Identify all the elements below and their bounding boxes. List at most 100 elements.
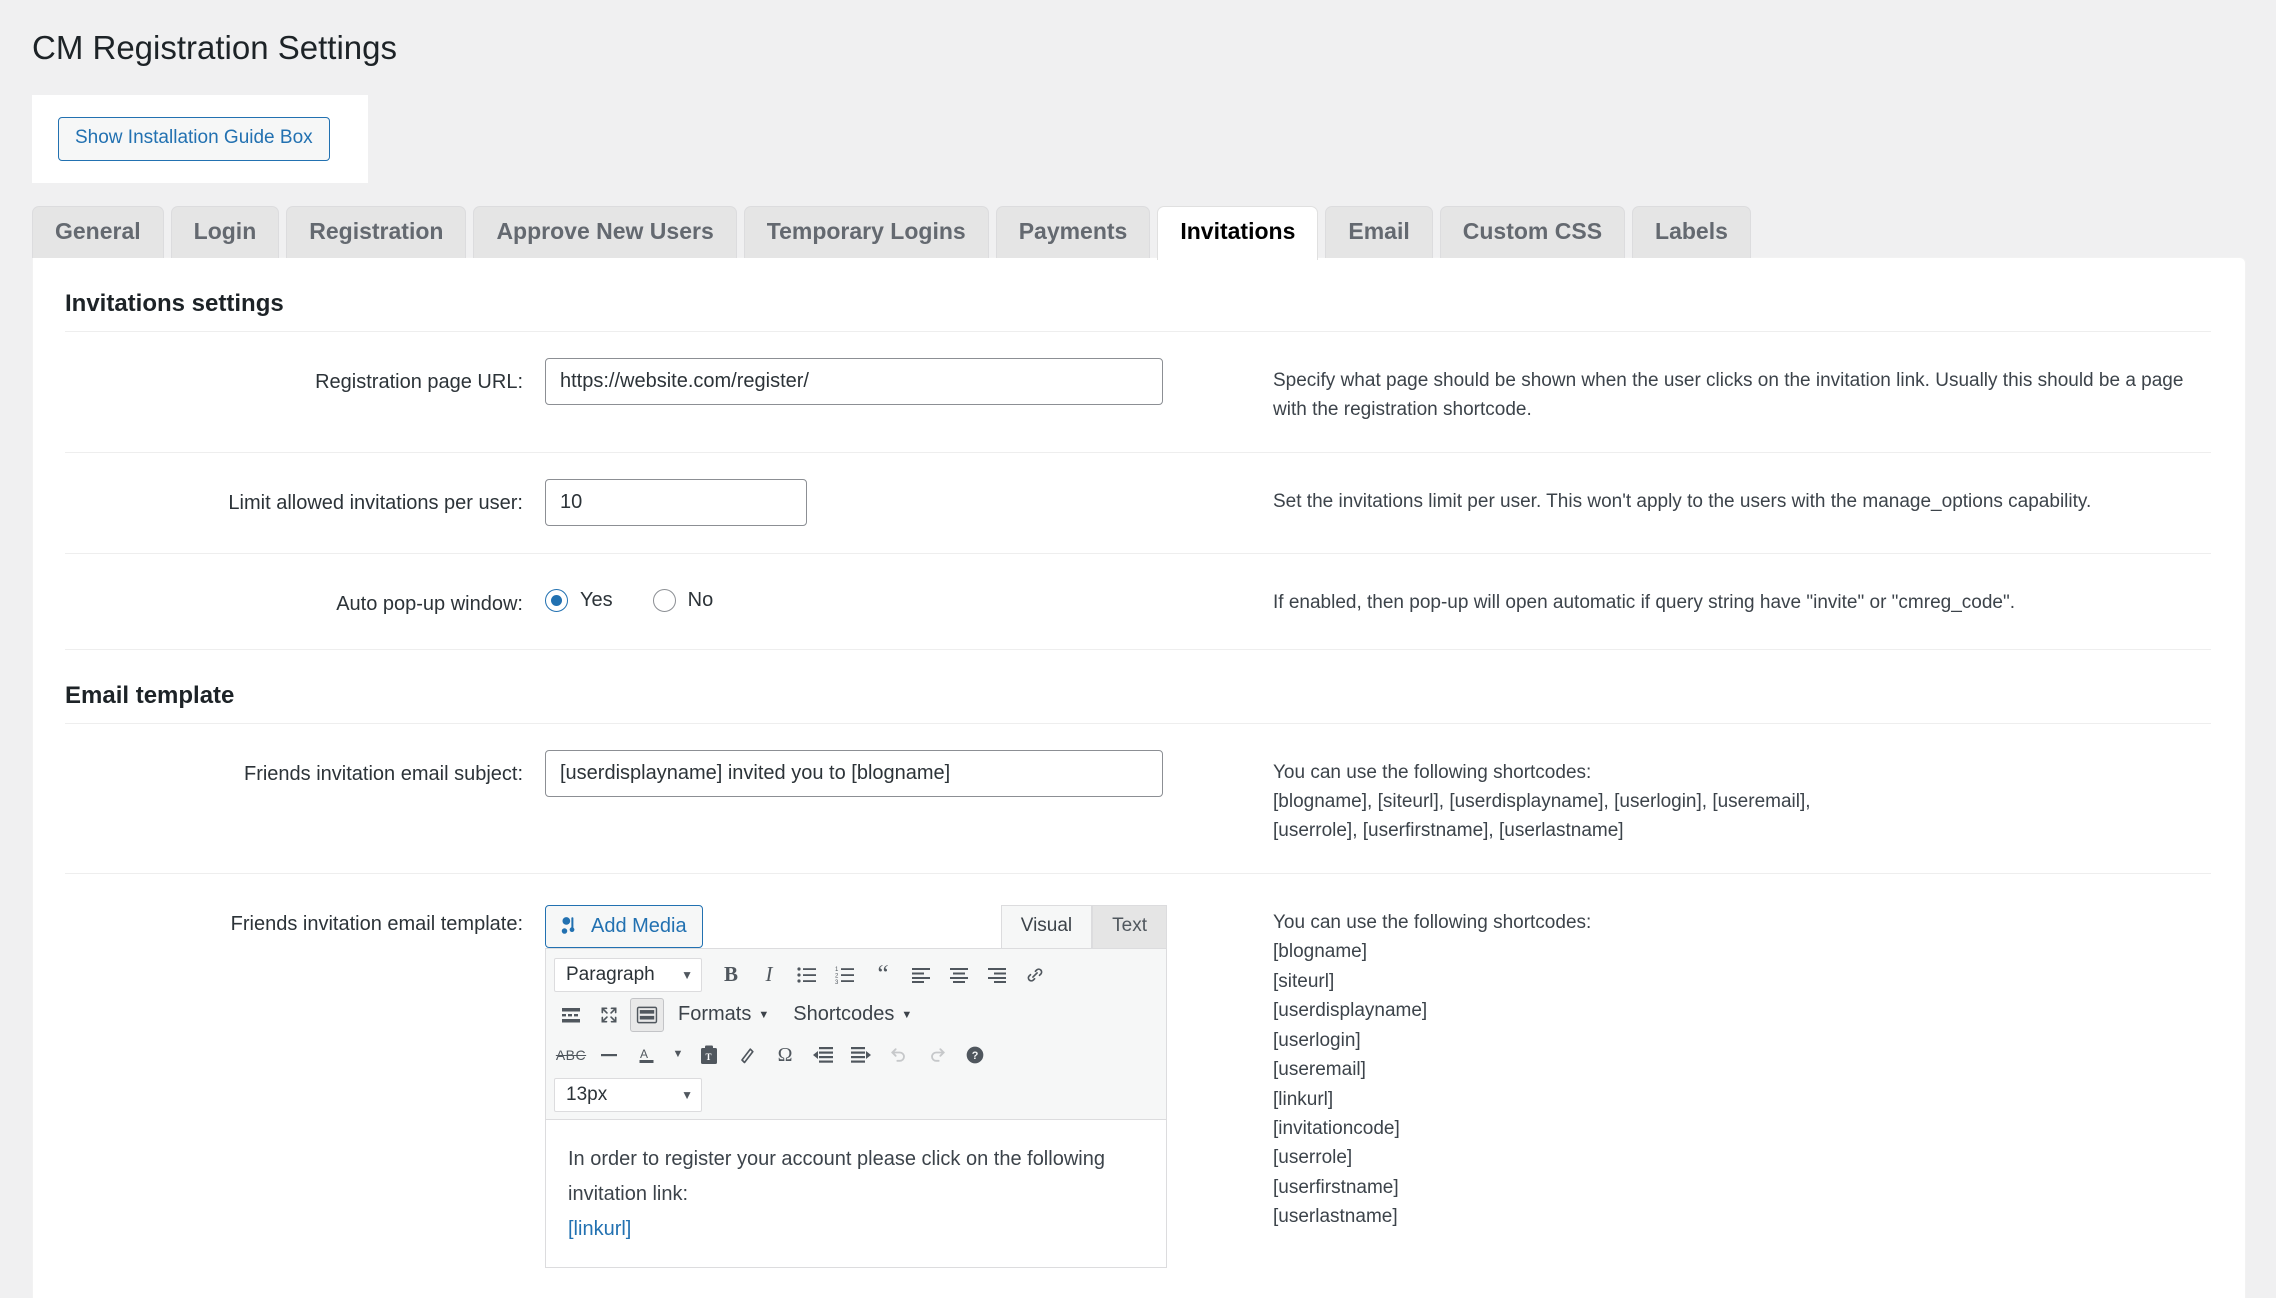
toggle-toolbar-icon[interactable] bbox=[630, 997, 664, 1032]
row-auto-popup-window: Auto pop-up window: Yes No If enabled, t… bbox=[65, 554, 2211, 650]
wp-editor: Add Media Visual Text Paragraph ▼ B I 1 … bbox=[545, 900, 1167, 1268]
shortcodes-title: You can use the following shortcodes: bbox=[1273, 761, 1592, 783]
align-right-icon[interactable] bbox=[980, 958, 1014, 992]
editor-tab-visual[interactable]: Visual bbox=[1000, 905, 1093, 948]
shortcodes-menu[interactable]: Shortcodes ▼ bbox=[783, 998, 922, 1032]
editor-top-bar: Add Media Visual Text bbox=[545, 900, 1167, 948]
registration-page-url-input[interactable] bbox=[545, 357, 1163, 405]
align-center-icon[interactable] bbox=[942, 958, 976, 992]
add-media-label: Add Media bbox=[591, 914, 687, 937]
email-subject-input[interactable] bbox=[545, 749, 1163, 797]
label-email-template: Friends invitation email template: bbox=[230, 912, 523, 935]
editor-mode-tabs: Visual Text bbox=[1000, 905, 1167, 948]
svg-text:?: ? bbox=[972, 1050, 979, 1062]
label-limit-invitations: Limit allowed invitations per user: bbox=[228, 491, 523, 514]
clear-formatting-icon[interactable] bbox=[730, 1038, 764, 1072]
special-character-icon[interactable]: Ω bbox=[768, 1038, 802, 1072]
bulleted-list-icon[interactable] bbox=[790, 958, 824, 992]
link-icon[interactable] bbox=[1018, 958, 1052, 992]
block-format-select[interactable]: Paragraph ▼ bbox=[554, 957, 702, 992]
editor-toolbar: Paragraph ▼ B I 123 “ Formats ▼ Shortcod… bbox=[546, 948, 1166, 1120]
add-media-icon bbox=[559, 915, 581, 937]
auto-popup-radio-yes[interactable]: Yes bbox=[545, 588, 613, 612]
description-email-template: You can use the following shortcodes: [b… bbox=[1205, 900, 2211, 1232]
tab-custom-css[interactable]: Custom CSS bbox=[1439, 206, 1626, 258]
shortcode-item: [userfirstname] bbox=[1273, 1176, 1399, 1198]
text-color-icon[interactable]: A bbox=[630, 1038, 664, 1072]
label-email-subject: Friends invitation email subject: bbox=[243, 762, 523, 785]
tab-email[interactable]: Email bbox=[1325, 206, 1433, 258]
svg-text:1: 1 bbox=[835, 967, 839, 973]
email-template-heading: Email template bbox=[65, 650, 2211, 724]
page-title: CM Registration Settings bbox=[32, 29, 397, 66]
blockquote-icon[interactable]: “ bbox=[866, 958, 900, 992]
tab-registration[interactable]: Registration bbox=[286, 206, 467, 258]
editor-content-area[interactable]: In order to register your account please… bbox=[546, 1119, 1166, 1267]
tab-payments[interactable]: Payments bbox=[995, 206, 1151, 258]
tab-temporary-logins[interactable]: Temporary Logins bbox=[743, 206, 989, 258]
row-registration-page-url: Registration page URL: Specify what page… bbox=[65, 332, 2211, 453]
description-registration-page-url: Specify what page should be shown when t… bbox=[1273, 369, 2184, 421]
toolbar-row-3: ABC A ▼ T Ω ? bbox=[554, 1035, 1158, 1075]
indent-icon[interactable] bbox=[844, 1038, 878, 1072]
shortcode-item: [userlastname] bbox=[1273, 1206, 1398, 1228]
font-size-value: 13px bbox=[566, 1083, 608, 1105]
align-left-icon[interactable] bbox=[904, 958, 938, 992]
add-media-button[interactable]: Add Media bbox=[545, 904, 703, 948]
undo-icon[interactable] bbox=[882, 1038, 916, 1072]
fullscreen-icon[interactable] bbox=[592, 998, 626, 1032]
bold-icon[interactable]: B bbox=[714, 958, 748, 992]
tab-invitations[interactable]: Invitations bbox=[1157, 206, 1319, 260]
limit-invitations-input[interactable] bbox=[545, 478, 807, 526]
italic-icon[interactable]: I bbox=[752, 958, 786, 992]
invitations-settings-panel: Invitations settings Registration page U… bbox=[33, 257, 2245, 1298]
block-format-value: Paragraph bbox=[566, 963, 655, 985]
read-more-icon[interactable] bbox=[554, 998, 588, 1032]
shortcode-item: [userrole] bbox=[1273, 1147, 1353, 1169]
editor-content-link[interactable]: [linkurl] bbox=[568, 1218, 631, 1240]
radio-unselected-icon bbox=[652, 588, 676, 612]
chevron-down-icon: ▼ bbox=[681, 1087, 693, 1102]
editor-container: Paragraph ▼ B I 123 “ Formats ▼ Shortcod… bbox=[545, 947, 1167, 1268]
auto-popup-radio-no[interactable]: No bbox=[652, 588, 713, 612]
shortcode-item: [siteurl] bbox=[1273, 970, 1335, 992]
svg-text:2: 2 bbox=[835, 973, 839, 979]
tab-login[interactable]: Login bbox=[170, 206, 280, 258]
settings-tab-bar: General Login Registration Approve New U… bbox=[32, 206, 2276, 260]
shortcode-item: [blogname] bbox=[1273, 941, 1368, 963]
shortcode-item: [useremail] bbox=[1273, 1059, 1366, 1081]
outdent-icon[interactable] bbox=[806, 1038, 840, 1072]
shortcode-item: [userdisplayname] bbox=[1273, 1000, 1428, 1022]
tab-general[interactable]: General bbox=[32, 206, 164, 258]
tab-labels[interactable]: Labels bbox=[1632, 206, 1751, 258]
label-registration-page-url: Registration page URL: bbox=[315, 370, 523, 393]
shortcodes-line-2: [userrole], [userfirstname], [userlastna… bbox=[1273, 820, 1624, 842]
editor-content-line-2: invitation link: bbox=[568, 1182, 689, 1205]
row-email-subject: Friends invitation email subject: You ca… bbox=[65, 724, 2211, 874]
redo-icon[interactable] bbox=[920, 1038, 954, 1072]
invitations-settings-heading: Invitations settings bbox=[65, 258, 2211, 332]
chevron-down-icon: ▼ bbox=[681, 967, 693, 982]
formats-menu[interactable]: Formats ▼ bbox=[668, 998, 779, 1032]
row-limit-invitations: Limit allowed invitations per user: Set … bbox=[65, 453, 2211, 554]
horizontal-rule-icon[interactable] bbox=[592, 1038, 626, 1072]
auto-popup-radio-group: Yes No bbox=[545, 580, 1205, 612]
tab-approve-new-users[interactable]: Approve New Users bbox=[473, 206, 737, 258]
font-size-select[interactable]: 13px ▼ bbox=[554, 1077, 702, 1112]
text-color-chevron-down-icon[interactable]: ▼ bbox=[668, 1038, 688, 1072]
strikethrough-icon[interactable]: ABC bbox=[554, 1038, 588, 1072]
row-email-template-editor: Friends invitation email template: Add M… bbox=[65, 874, 2211, 1295]
editor-content-line-1: In order to register your account please… bbox=[568, 1147, 1105, 1170]
shortcodes-menu-label: Shortcodes bbox=[793, 1003, 895, 1026]
paste-as-text-icon[interactable]: T bbox=[692, 1038, 726, 1072]
formats-menu-label: Formats bbox=[678, 1003, 752, 1026]
auto-popup-yes-label: Yes bbox=[580, 588, 613, 611]
svg-text:3: 3 bbox=[835, 980, 839, 984]
help-icon[interactable]: ? bbox=[958, 1038, 992, 1072]
show-installation-guide-button[interactable]: Show Installation Guide Box bbox=[58, 116, 330, 161]
editor-tab-text[interactable]: Text bbox=[1092, 905, 1167, 948]
shortcode-item: [linkurl] bbox=[1273, 1088, 1334, 1110]
shortcodes-line-1: [blogname], [siteurl], [userdisplayname]… bbox=[1273, 791, 1811, 812]
numbered-list-icon[interactable]: 123 bbox=[828, 958, 862, 992]
shortcode-item: [userlogin] bbox=[1273, 1029, 1361, 1051]
